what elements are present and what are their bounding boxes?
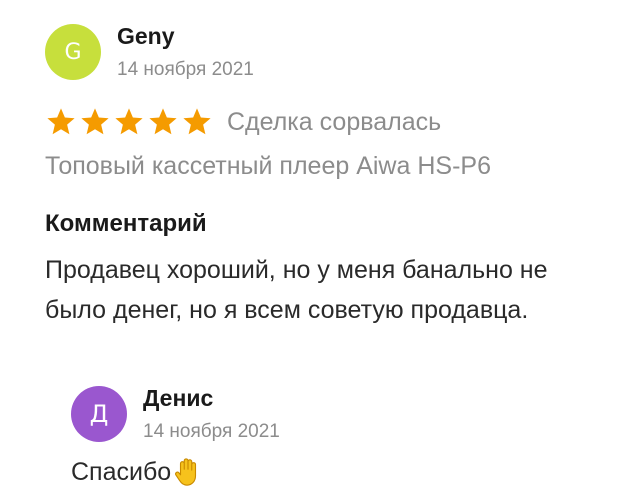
avatar[interactable]: Д	[71, 386, 127, 442]
avatar[interactable]: G	[45, 24, 101, 80]
avatar-initial: G	[64, 39, 82, 65]
item-title[interactable]: Топовый кассетный плеер Aiwa HS-P6	[45, 150, 491, 182]
star-icon	[81, 108, 109, 135]
review-header: G Geny 14 ноября 2021	[45, 22, 254, 82]
star-icon	[183, 108, 211, 135]
reply-author-name[interactable]: Денис	[143, 384, 280, 412]
reply-author-block: Денис 14 ноября 2021	[143, 384, 280, 444]
rating-row: Сделка сорвалась	[45, 104, 441, 140]
review-date: 14 ноября 2021	[117, 59, 254, 80]
author-name[interactable]: Geny	[117, 22, 254, 50]
star-icon	[149, 108, 177, 135]
deal-status: Сделка сорвалась	[227, 107, 442, 136]
reply-header: Д Денис 14 ноября 2021	[71, 384, 280, 444]
comment-text: Продавец хороший, но у меня банально не …	[45, 256, 548, 324]
star-icon	[47, 108, 75, 135]
reply-text: Спасибо	[71, 458, 172, 486]
star-icon	[115, 108, 143, 135]
reply-date: 14 ноября 2021	[143, 421, 280, 442]
star-rating	[45, 106, 215, 138]
reply-text-row: Спасибо	[71, 456, 203, 488]
raised-hand-icon	[175, 458, 197, 486]
comment-heading: Комментарий	[45, 210, 207, 237]
author-block: Geny 14 ноября 2021	[117, 22, 254, 82]
avatar-initial: Д	[89, 400, 109, 428]
